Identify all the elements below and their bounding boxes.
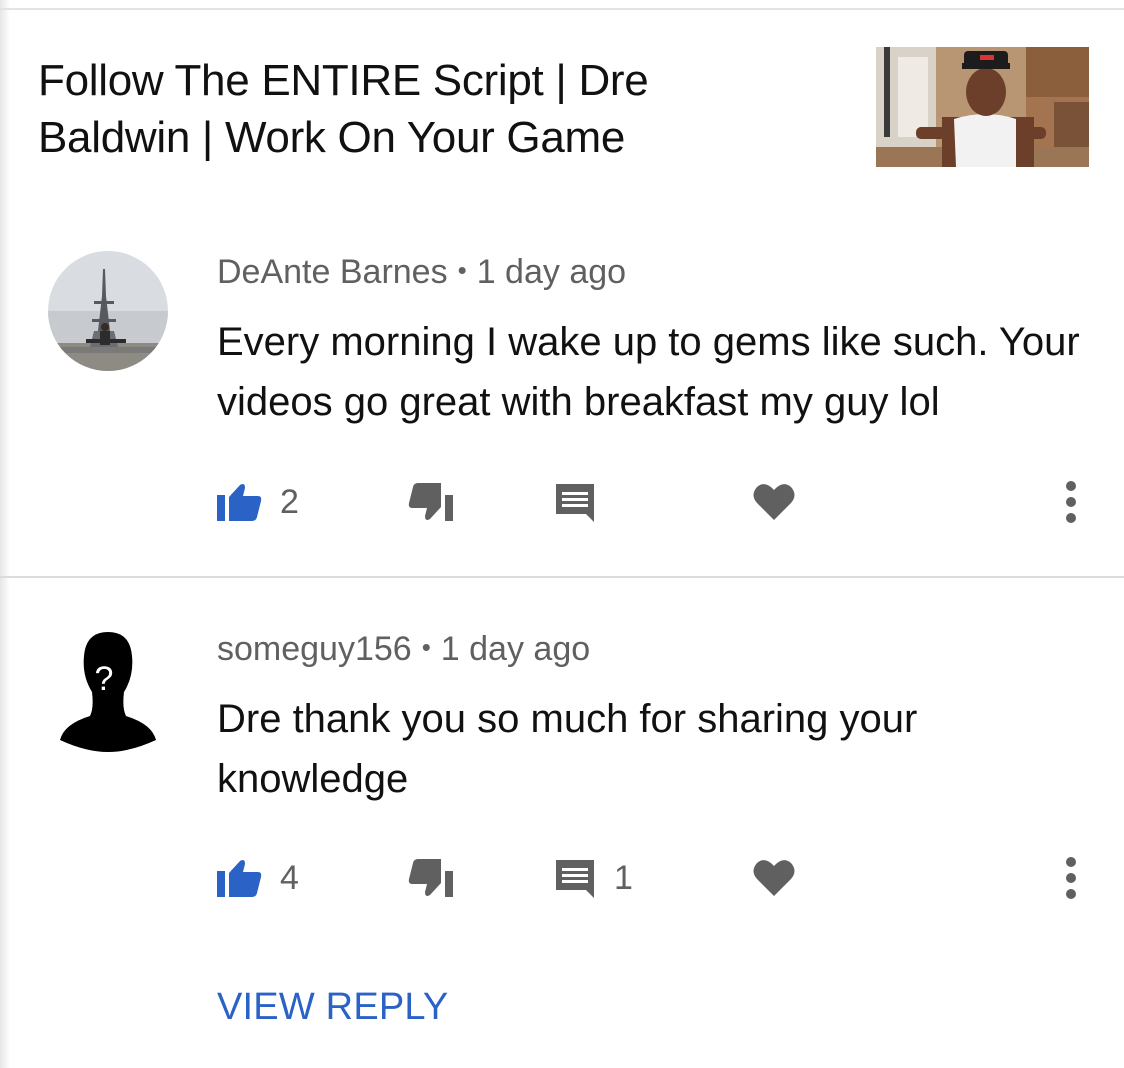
thumbnail-image bbox=[876, 47, 1089, 167]
like-count: 2 bbox=[280, 482, 299, 521]
video-header[interactable]: Follow The ENTIRE Script | Dre Baldwin |… bbox=[0, 10, 1124, 200]
comment-meta: DeAnte Barnes • 1 day ago bbox=[217, 253, 626, 292]
comment-text: Every morning I wake up to gems like suc… bbox=[217, 320, 1080, 424]
like-count: 4 bbox=[280, 858, 299, 897]
default-user-icon: ? bbox=[60, 632, 156, 752]
avatar[interactable] bbox=[48, 251, 168, 371]
heart-icon bbox=[753, 484, 795, 520]
avatar-image bbox=[48, 251, 168, 371]
comment-time: 1 day ago bbox=[476, 253, 627, 291]
thumbs-down-icon bbox=[408, 483, 453, 521]
more-options-button[interactable] bbox=[1056, 848, 1086, 908]
heart-button[interactable] bbox=[752, 472, 796, 532]
comment-icon bbox=[556, 860, 594, 898]
comment-icon bbox=[556, 484, 594, 522]
heart-icon bbox=[753, 860, 795, 896]
dislike-button[interactable] bbox=[408, 472, 454, 532]
more-vertical-icon bbox=[1066, 857, 1076, 899]
video-title[interactable]: Follow The ENTIRE Script | Dre Baldwin |… bbox=[38, 52, 798, 166]
more-vertical-icon bbox=[1066, 481, 1076, 523]
comment-time: 1 day ago bbox=[440, 630, 591, 668]
reply-button[interactable]: 1 bbox=[554, 848, 633, 908]
more-options-button[interactable] bbox=[1056, 472, 1086, 532]
meta-separator: • bbox=[457, 255, 467, 285]
comment-author[interactable]: someguy156 bbox=[217, 630, 412, 668]
dislike-button[interactable] bbox=[408, 848, 454, 908]
comment-actions: 2 bbox=[0, 472, 1124, 532]
comment-actions: 4 1 bbox=[0, 848, 1124, 908]
avatar[interactable]: ? bbox=[60, 628, 156, 752]
like-button[interactable]: 2 bbox=[216, 472, 299, 532]
like-button[interactable]: 4 bbox=[216, 848, 299, 908]
reply-count: 1 bbox=[614, 858, 633, 897]
comment-meta: someguy156 • 1 day ago bbox=[217, 630, 590, 669]
comment-text: Dre thank you so much for sharing your k… bbox=[217, 697, 918, 801]
thumbs-down-icon bbox=[408, 859, 453, 897]
comment-author[interactable]: DeAnte Barnes bbox=[217, 253, 448, 291]
thumbs-up-icon bbox=[217, 860, 262, 897]
meta-separator: • bbox=[421, 632, 431, 662]
comment-item: ? someguy156 • 1 day ago Dre thank you so … bbox=[0, 578, 1124, 1068]
comment-item: DeAnte Barnes • 1 day ago Every morning I … bbox=[0, 200, 1124, 576]
heart-button[interactable] bbox=[752, 848, 796, 908]
video-thumbnail[interactable] bbox=[876, 47, 1089, 167]
comments-screen: Follow The ENTIRE Script | Dre Baldwin |… bbox=[0, 0, 1124, 1068]
svg-text:?: ? bbox=[95, 660, 114, 698]
thumbs-up-icon bbox=[217, 484, 262, 521]
reply-button[interactable] bbox=[554, 472, 614, 532]
view-reply-link[interactable]: VIEW REPLY bbox=[217, 986, 448, 1029]
